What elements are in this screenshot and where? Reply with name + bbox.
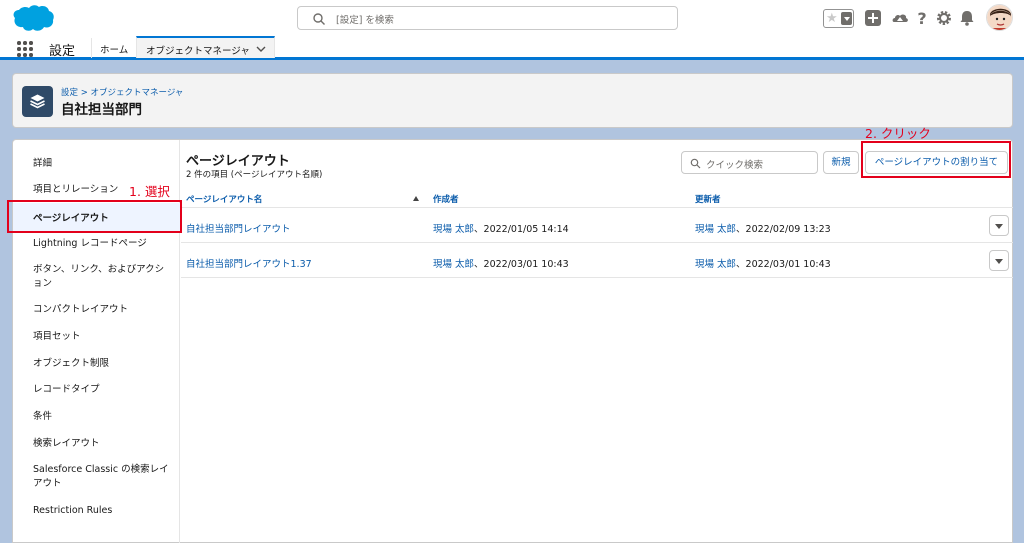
global-search-input[interactable]: [設定] を検索 <box>297 6 678 30</box>
nav-divider <box>91 38 92 58</box>
sidebar-item-object-limits[interactable]: オブジェクト制限 <box>33 357 173 371</box>
app-launcher-icon[interactable] <box>17 41 33 57</box>
tab-object-manager[interactable]: オブジェクトマネージャ <box>136 36 275 58</box>
table-row: 自社担当部門レイアウト1.37 現場 太郎、2022/03/01 10:43 現… <box>181 244 1013 278</box>
chevron-down-icon[interactable] <box>256 44 266 54</box>
created-at: 、2022/01/05 14:14 <box>474 224 569 235</box>
user-avatar[interactable] <box>986 4 1013 31</box>
quick-search-placeholder: クイック検索 <box>706 160 764 171</box>
favorites-dropdown-icon[interactable] <box>841 12 852 25</box>
column-header-modified-by[interactable]: 更新者 <box>695 193 721 205</box>
table-row: 自社担当部門レイアウト 現場 太郎、2022/01/05 14:14 現場 太郎… <box>181 209 1013 243</box>
annotation-step1-label: 1. 選択 <box>129 184 170 199</box>
tab-object-manager-label: オブジェクトマネージャ <box>146 46 250 57</box>
created-by-link[interactable]: 現場 太郎 <box>433 259 474 270</box>
notification-bell-icon[interactable] <box>958 9 976 27</box>
created-by-link[interactable]: 現場 太郎 <box>433 224 474 235</box>
annotation-highlight-page-layouts <box>7 200 182 233</box>
search-icon <box>690 158 701 169</box>
layers-icon <box>22 86 53 117</box>
annotation-step2-label: 2. クリック <box>865 126 931 141</box>
page-header: 設定 > オブジェクトマネージャ 自社担当部門 <box>12 73 1013 128</box>
setup-gear-icon[interactable] <box>935 9 953 27</box>
context-bar: 設定 ホーム オブジェクトマネージャ <box>0 36 1024 60</box>
sidebar-item-classic-search-layouts[interactable]: Salesforce Classic の検索レイアウト <box>33 463 173 491</box>
sidebar-item-record-types[interactable]: レコードタイプ <box>33 383 173 397</box>
add-icon[interactable] <box>864 9 882 27</box>
layout-name-link[interactable]: 自社担当部門レイアウト1.37 <box>186 259 312 270</box>
modified-at: 、2022/03/01 10:43 <box>736 259 831 270</box>
global-header: [設定] を検索 ★ ? <box>0 0 1024 36</box>
created-at: 、2022/03/01 10:43 <box>474 259 569 270</box>
sidebar-item-buttons-links-actions[interactable]: ボタン、リンク、およびアクション <box>33 263 173 291</box>
sidebar-item-restriction-rules[interactable]: Restriction Rules <box>33 504 173 518</box>
favorites-button[interactable]: ★ <box>823 9 854 28</box>
list-title: ページレイアウト <box>186 154 290 169</box>
column-header-created-by[interactable]: 作成者 <box>433 193 459 205</box>
sidebar-item-compact-layouts[interactable]: コンパクトレイアウト <box>33 303 173 317</box>
breadcrumb[interactable]: 設定 > オブジェクトマネージャ <box>61 86 183 98</box>
list-subtitle: 2 件の項目 (ページレイアウト名順) <box>186 170 323 180</box>
row-actions-dropdown[interactable] <box>989 215 1009 236</box>
help-icon[interactable]: ? <box>913 9 931 27</box>
salesforce-logo[interactable] <box>11 4 55 32</box>
column-header-name[interactable]: ページレイアウト名 <box>186 193 262 205</box>
new-button[interactable]: 新規 <box>823 151 859 174</box>
favorites-star-icon: ★ <box>826 11 838 26</box>
annotation-highlight-assign-button <box>861 141 1011 178</box>
quick-search-input[interactable]: クイック検索 <box>681 151 818 174</box>
svg-text:?: ? <box>917 9 926 27</box>
tab-home[interactable]: ホーム <box>100 42 128 56</box>
search-placeholder: [設定] を検索 <box>336 15 394 26</box>
sidebar-item-conditions[interactable]: 条件 <box>33 410 173 424</box>
modified-by-link[interactable]: 現場 太郎 <box>695 224 736 235</box>
table-header: ページレイアウト名 作成者 更新者 <box>181 190 1013 208</box>
trailhead-icon[interactable] <box>891 9 909 27</box>
sidebar-item-field-sets[interactable]: 項目セット <box>33 330 173 344</box>
sidebar-item-details[interactable]: 詳細 <box>33 157 173 171</box>
row-actions-dropdown[interactable] <box>989 250 1009 271</box>
sidebar-item-lightning-pages[interactable]: Lightning レコードページ <box>33 237 173 251</box>
search-icon <box>313 13 325 25</box>
page-title: 自社担当部門 <box>61 102 142 118</box>
sort-ascending-icon[interactable] <box>413 196 419 201</box>
app-name: 設定 <box>49 44 76 59</box>
layout-name-link[interactable]: 自社担当部門レイアウト <box>186 224 291 235</box>
modified-by-link[interactable]: 現場 太郎 <box>695 259 736 270</box>
sidebar-item-search-layouts[interactable]: 検索レイアウト <box>33 437 173 451</box>
modified-at: 、2022/02/09 13:23 <box>736 224 831 235</box>
